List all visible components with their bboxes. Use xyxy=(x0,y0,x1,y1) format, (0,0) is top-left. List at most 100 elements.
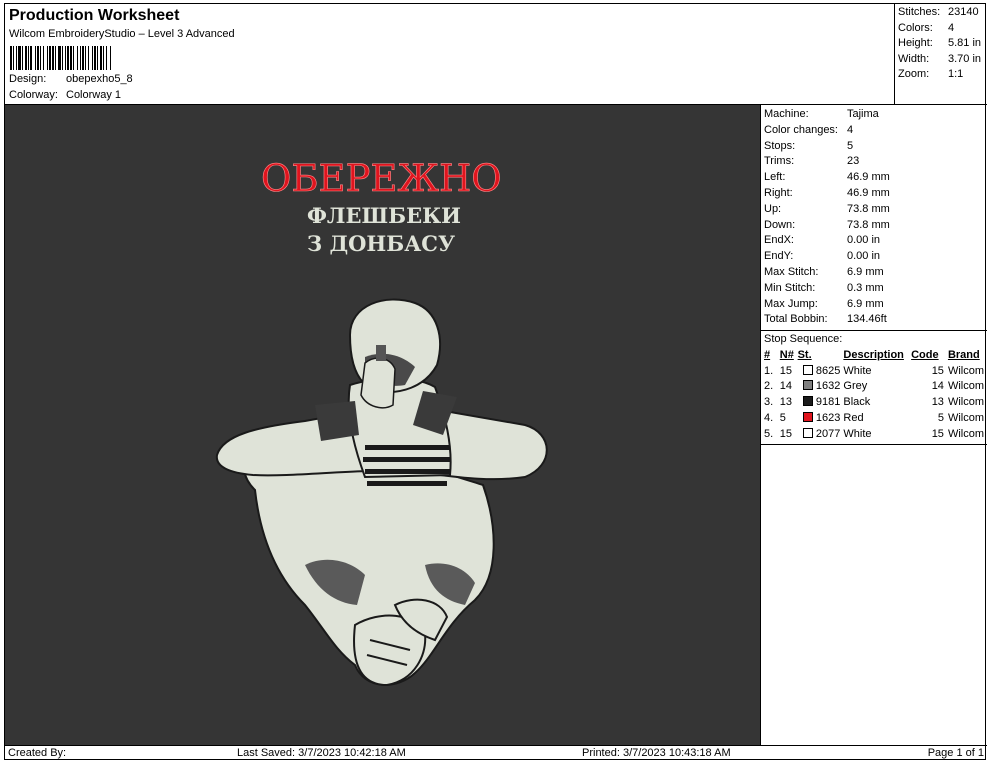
stitch-count-cell: 2077 xyxy=(798,426,841,442)
stat-row: Width: 3.70 in xyxy=(898,52,984,68)
machine-value: 73.8 mm xyxy=(847,218,890,231)
col-header: # xyxy=(764,348,771,361)
stitch-count-cell: 1632 xyxy=(798,378,841,394)
stripe xyxy=(365,445,450,450)
machine-row: Color changes: 4 xyxy=(764,123,984,139)
created-by: Created By: xyxy=(8,747,67,759)
col-header: Brand xyxy=(947,348,980,361)
machine-row: Total Bobbin: 134.46ft xyxy=(764,312,984,328)
barcode-bar xyxy=(111,46,112,70)
machine-row: Min Stitch: 0.3 mm xyxy=(764,281,984,297)
machine-label: EndY: xyxy=(764,250,794,263)
machine-panel: Machine: Tajima Color changes: 4 Stops: 5 Trim… xyxy=(760,104,987,745)
colorway-label: Colorway: xyxy=(9,89,58,101)
table-row: 3. 13 9181 Black 13 Wilcom xyxy=(764,394,984,410)
machine-value: 73.8 mm xyxy=(847,202,890,215)
table-header-row: # N# St. Description Code Brand xyxy=(764,347,984,363)
design-preview: ОБЕРЕЖНО ФЛЕШБЕКИ З ДОНБАСУ xyxy=(5,104,760,745)
color-swatch xyxy=(802,396,813,407)
machine-row: EndX: 0.00 in xyxy=(764,233,984,249)
stripe xyxy=(363,457,451,462)
machine-value: 6.9 mm xyxy=(847,265,884,278)
thread-code: 5 xyxy=(937,411,944,424)
col-header: N# xyxy=(779,348,794,361)
machine-label: Color changes: xyxy=(764,123,838,136)
stop-sequence: Stop Sequence: # N# St. Description Code… xyxy=(761,330,987,445)
stat-label: Width: xyxy=(898,52,930,65)
stat-value: 1:1 xyxy=(948,68,964,81)
thread-description: White xyxy=(843,427,872,440)
stat-value: 23140 xyxy=(948,6,979,18)
worksheet-header: Production Worksheet Wilcom EmbroiderySt… xyxy=(5,4,895,104)
stat-row: Colors: 4 xyxy=(898,21,984,37)
thread-code: 15 xyxy=(931,364,944,377)
stat-value: 4 xyxy=(948,21,955,34)
machine-label: Right: xyxy=(764,186,793,199)
machine-value: Tajima xyxy=(847,108,879,120)
design-text-line1: ОБЕРЕЖНО xyxy=(261,157,502,200)
machine-row: Stops: 5 xyxy=(764,139,984,155)
thread-brand: Wilcom xyxy=(947,427,984,440)
stitch-count: 1632 xyxy=(815,380,841,393)
machine-label: Up: xyxy=(764,202,782,215)
stitch-count-cell: 9181 xyxy=(798,394,840,410)
thread-code: 15 xyxy=(931,427,944,440)
col-header: St. xyxy=(797,348,812,361)
machine-value: 4 xyxy=(847,123,854,136)
design-text-line2: ФЛЕШБЕКИ xyxy=(307,203,461,228)
stitch-count: 2077 xyxy=(815,427,841,440)
thread-description: Grey xyxy=(843,380,868,393)
machine-value: 0.00 in xyxy=(847,250,881,263)
color-swatch xyxy=(802,380,813,391)
thread-code: 14 xyxy=(931,380,944,393)
wrist-band xyxy=(315,401,359,441)
thread-description: White xyxy=(843,364,872,377)
color-swatch xyxy=(802,364,813,375)
machine-value: 0.00 in xyxy=(847,234,881,247)
stop-number: 2. xyxy=(764,380,774,393)
thread-brand: Wilcom xyxy=(947,396,984,409)
machine-row: Trims: 23 xyxy=(764,154,984,170)
machine-value: 23 xyxy=(847,155,860,168)
stat-label: Stitches: xyxy=(898,6,941,18)
colorway-row: Colorway: Colorway 1 xyxy=(9,89,121,101)
grenade-pin xyxy=(376,345,386,361)
machine-info: Machine: Tajima Color changes: 4 Stops: 5 Trim… xyxy=(761,105,987,330)
soldier-figure xyxy=(215,298,548,687)
stop-sequence-heading: Stop Sequence: xyxy=(764,333,843,346)
table-row: 1. 15 8625 White 15 Wilcom xyxy=(764,363,984,379)
table-row: 2. 14 1632 Grey 14 Wilcom xyxy=(764,378,984,394)
needle-number: 15 xyxy=(779,427,792,440)
embroidery-design: ОБЕРЕЖНО ФЛЕШБЕКИ З ДОНБАСУ xyxy=(215,157,548,687)
design-stats: Stitches: 23140 Colors: 4 Height: 5.81 in W… xyxy=(895,4,987,104)
stop-number: 4. xyxy=(764,411,774,424)
machine-label: Machine: xyxy=(764,108,809,120)
worksheet-footer: Created By: Last Saved: 3/7/2023 10:42:1… xyxy=(5,745,987,760)
design-text-line3: З ДОНБАСУ xyxy=(307,231,455,256)
design-label: Design: xyxy=(9,73,47,85)
stat-row: Height: 5.81 in xyxy=(898,36,984,52)
thread-brand: Wilcom xyxy=(947,380,984,393)
machine-label: Total Bobbin: xyxy=(764,313,828,326)
color-swatch xyxy=(802,427,813,438)
page-title: Production Worksheet xyxy=(9,7,180,24)
stat-value: 3.70 in xyxy=(948,52,982,65)
page-number: Page 1 of 1 xyxy=(927,747,984,759)
machine-row: Down: 73.8 mm xyxy=(764,218,984,234)
stripe xyxy=(365,469,450,474)
needle-number: 5 xyxy=(779,411,786,424)
stitch-count: 8625 xyxy=(815,364,841,377)
machine-label: EndX: xyxy=(764,234,794,247)
table-row: 4. 5 1623 Red 5 Wilcom xyxy=(764,410,984,426)
stop-number: 3. xyxy=(764,396,774,409)
stat-label: Height: xyxy=(898,37,933,50)
stat-value: 5.81 in xyxy=(948,37,982,50)
machine-label: Max Stitch: xyxy=(764,265,819,278)
thread-code: 13 xyxy=(931,396,944,409)
stitch-count-cell: 1623 xyxy=(798,410,840,426)
design-value: obepexho5_8 xyxy=(66,73,133,85)
machine-label: Left: xyxy=(764,171,786,184)
barcode xyxy=(10,46,178,70)
col-header: Code xyxy=(911,348,939,361)
stop-number: 5. xyxy=(764,427,774,440)
